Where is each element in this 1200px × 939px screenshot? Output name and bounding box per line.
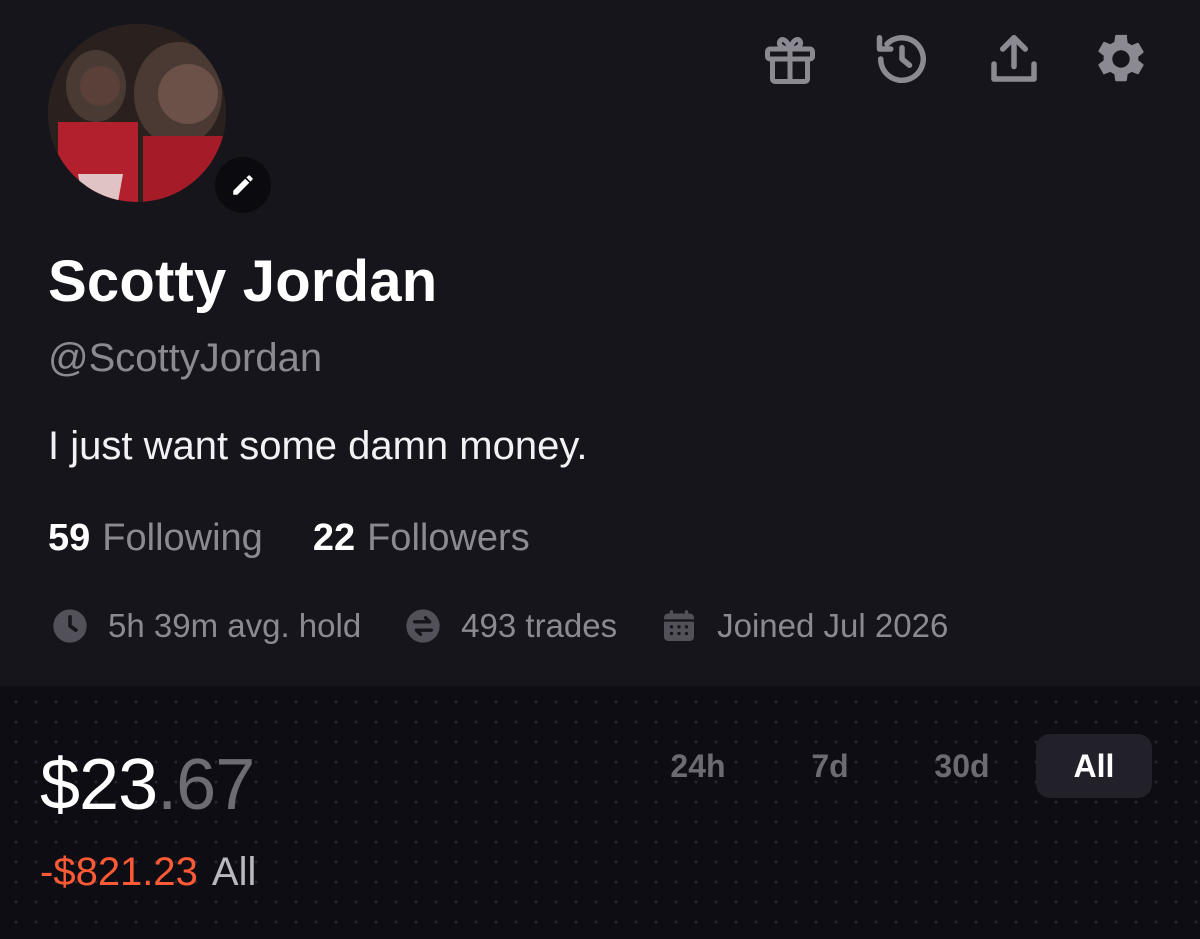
gift-button[interactable] [734, 26, 846, 92]
pnl-amount: -$821.23 [40, 850, 198, 894]
portfolio-balance: $23.67 [40, 744, 255, 826]
followers-label: Followers [367, 517, 530, 559]
avatar[interactable] [48, 24, 226, 202]
swap-icon [406, 609, 440, 643]
history-button[interactable] [846, 26, 958, 92]
balance-cents: .67 [157, 745, 255, 825]
profile-meta: 5h 39m avg. hold 493 trades Joined Jul 2… [50, 606, 990, 646]
range-tab-24h[interactable]: 24h [640, 734, 756, 798]
avg-hold-stat: 5h 39m avg. hold [50, 606, 361, 646]
joined-stat: Joined Jul 2026 [659, 606, 948, 646]
calendar-icon [664, 610, 695, 641]
following-label: Following [102, 517, 263, 559]
settings-icon [1098, 34, 1144, 82]
time-range-tabs: 24h 7d 30d All [624, 734, 1152, 798]
clock-icon [53, 609, 87, 643]
trades-text: 493 trades [461, 607, 618, 644]
display-name: Scotty Jordan [48, 249, 438, 314]
profile-page: Scotty Jordan @ScottyJordan I just want … [0, 0, 1200, 939]
follow-stats: 59 Following 22 Followers [48, 517, 530, 560]
username-handle: @ScottyJordan [48, 336, 323, 380]
bio-text: I just want some damn money. [48, 424, 588, 468]
pencil-icon [233, 175, 253, 195]
balance-whole: $23 [40, 745, 158, 825]
following-link[interactable]: 59 Following [48, 517, 263, 560]
share-button[interactable] [958, 26, 1070, 92]
portfolio-summary: $23.67 -$821.23 All 24h 7d 30d All [0, 686, 1200, 939]
pnl-change: -$821.23 All [40, 850, 256, 895]
following-count: 59 [48, 517, 91, 559]
history-icon [876, 35, 926, 84]
avatar-container [48, 24, 278, 220]
followers-count: 22 [312, 517, 356, 559]
edit-avatar-button[interactable] [208, 150, 278, 220]
settings-button[interactable] [1070, 26, 1150, 92]
range-tab-7d[interactable]: 7d [772, 734, 888, 798]
gift-icon [765, 36, 815, 84]
avg-hold-text: 5h 39m avg. hold [108, 607, 362, 644]
pnl-period: All [211, 850, 257, 894]
joined-text: Joined Jul 2026 [717, 607, 949, 644]
header-actions [734, 26, 1150, 92]
profile-header: Scotty Jordan @ScottyJordan I just want … [0, 0, 1200, 686]
share-icon [991, 35, 1037, 82]
range-tab-all[interactable]: All [1036, 734, 1152, 798]
range-tab-30d[interactable]: 30d [904, 734, 1020, 798]
trades-stat: 493 trades [403, 606, 617, 646]
followers-link[interactable]: 22 Followers [313, 517, 530, 560]
